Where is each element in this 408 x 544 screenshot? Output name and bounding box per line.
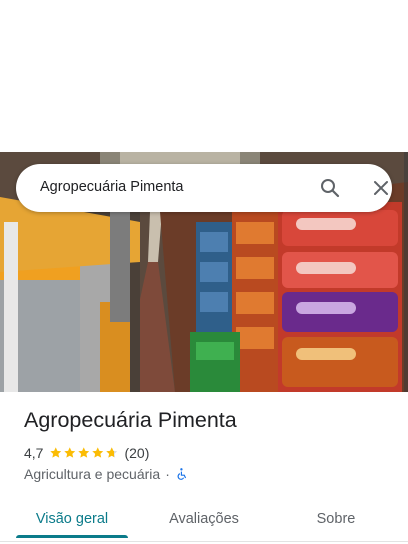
category-row: Agricultura e pecuária · (24, 465, 189, 483)
map-blank-area (0, 0, 408, 152)
star-icon (78, 447, 90, 458)
place-title: Agropecuária Pimenta (24, 408, 237, 432)
star-half-icon (106, 447, 118, 458)
search-input[interactable]: Agropecuária Pimenta (40, 179, 183, 195)
place-category[interactable]: Agricultura e pecuária (24, 466, 160, 482)
star-icon (92, 447, 104, 458)
rating-row[interactable]: 4,7 (20) (24, 444, 149, 462)
place-tabs: Visão geral Avaliações Sobre (0, 496, 408, 542)
wheelchair-icon[interactable] (175, 467, 189, 481)
photo-scrollbar[interactable] (404, 152, 408, 392)
rating-value: 4,7 (24, 445, 44, 461)
tab-about[interactable]: Sobre (280, 496, 392, 542)
rating-stars (49, 446, 119, 460)
close-icon[interactable] (369, 176, 393, 200)
active-tab-indicator (16, 535, 128, 538)
separator-dot: · (165, 466, 170, 482)
star-icon (50, 447, 62, 458)
review-count[interactable]: (20) (124, 445, 149, 461)
search-icon[interactable] (318, 176, 342, 200)
tab-reviews[interactable]: Avaliações (148, 496, 260, 542)
star-icon (64, 447, 76, 458)
search-bar[interactable]: Agropecuária Pimenta (16, 164, 392, 212)
